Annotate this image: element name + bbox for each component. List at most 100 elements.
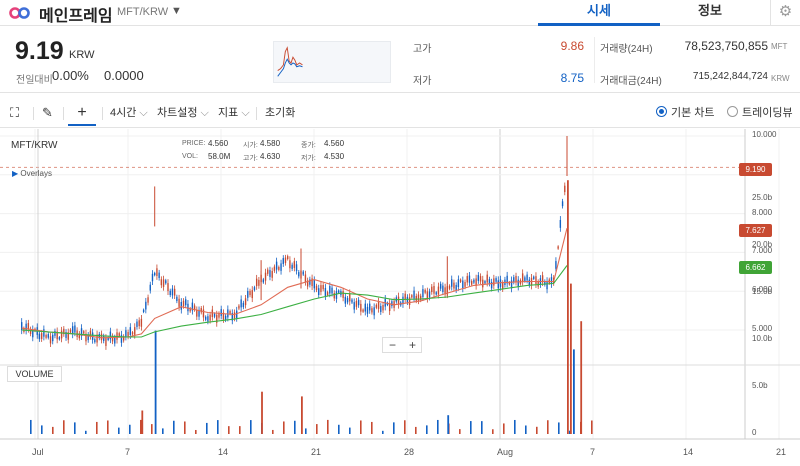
candle-body (253, 287, 256, 291)
candle-body (298, 272, 300, 277)
reset-button[interactable]: 초기화 (265, 100, 295, 126)
candle-body (453, 282, 455, 289)
candle-body (526, 274, 528, 281)
indicators-menu[interactable]: 지표 ⌵ (218, 100, 250, 126)
volume-bar-small (492, 429, 494, 434)
volume-bar-small (305, 428, 307, 434)
candle-body (52, 334, 54, 342)
crosshair-icon[interactable]: + (68, 100, 96, 126)
tab-market-price[interactable]: 시세 (538, 0, 660, 26)
ma-fast-tag: 7.627 (739, 224, 772, 237)
candle-body (247, 291, 249, 298)
candle-body (417, 294, 420, 301)
legend-low: 4.530 (324, 152, 345, 161)
candle-body (397, 296, 400, 305)
ma-slow-tag: 6.662 (739, 261, 772, 274)
volume-bar-small (426, 425, 428, 434)
interval-label: 4시간 (110, 107, 137, 119)
candle-body (178, 298, 180, 307)
candle-body (380, 306, 382, 312)
candle-body (564, 185, 566, 193)
chart-settings-menu[interactable]: 차트설정 ⌵ (157, 100, 209, 126)
volume-tick-label: 25.0b (752, 193, 773, 202)
mini-price-chart[interactable] (273, 41, 391, 83)
chart-area[interactable]: MFT/KRW ▶ Overlays PRICE: 4.560 시가: 4.58… (0, 129, 800, 466)
interval-select[interactable]: 4시간 ⌵ (110, 100, 148, 126)
candle-body (528, 279, 531, 285)
candle-body (477, 275, 480, 281)
time-tick-label: Aug (497, 447, 514, 457)
candle-body (424, 289, 426, 293)
volume-unit: MFT (771, 42, 788, 51)
candle-body (473, 279, 475, 283)
basic-chart-radio[interactable]: 기본 차트 (656, 100, 715, 126)
candle-body (535, 276, 537, 285)
candle-body (315, 285, 318, 291)
change-rate: 0.00% (52, 68, 89, 83)
volume-bar (567, 180, 569, 434)
candle-body (264, 272, 267, 281)
candle-body (173, 288, 176, 296)
candle-body (426, 291, 429, 299)
volume-bar-small (96, 421, 98, 434)
pencil-icon[interactable]: ✎ (42, 100, 53, 126)
candle-body (459, 279, 462, 282)
value-unit: KRW (771, 74, 790, 83)
legend-high-key: 고가: (243, 155, 258, 162)
legend-close-key: 종가: (301, 142, 316, 149)
candle-body (58, 337, 61, 340)
candle-body (329, 286, 331, 294)
candle-body (269, 270, 271, 277)
candle-body (244, 298, 247, 306)
basic-chart-label: 기본 차트 (671, 107, 715, 119)
zoom-out-button[interactable]: − (383, 338, 402, 352)
candle-body (258, 279, 260, 286)
volume-bar-small (338, 424, 340, 434)
volume-bar-small (206, 422, 208, 434)
volume-bar (570, 283, 572, 434)
zoom-in-button[interactable]: + (403, 338, 422, 352)
overlays-toggle[interactable]: ▶ Overlays (12, 169, 52, 178)
candle-body (448, 285, 451, 289)
time-tick-label: 14 (683, 447, 694, 457)
price-summary: 9.19 KRW 전일대비 0.00% 0.0000 고가 9.86 저가 8.… (0, 27, 800, 93)
chevron-down-icon[interactable]: ▼ (171, 5, 182, 17)
candle-body (196, 309, 198, 317)
candle-body (289, 260, 291, 269)
tradingview-radio[interactable]: 트레이딩뷰 (727, 100, 793, 126)
candle-body (160, 279, 163, 286)
volume-bar (301, 396, 303, 434)
chart-grid (0, 129, 800, 440)
candle-body (282, 258, 284, 264)
volume-bar-small (459, 429, 461, 434)
candle-body (457, 279, 460, 288)
candle-body (218, 313, 220, 318)
candle-body (353, 302, 355, 310)
gear-icon[interactable]: ⚙ (770, 0, 800, 26)
candle-body (118, 333, 120, 337)
candle-body (69, 329, 72, 333)
candle-body (324, 288, 327, 296)
legend-close: 4.560 (324, 139, 345, 148)
volume-tick-label: 5.0b (752, 381, 768, 390)
fullscreen-icon[interactable]: ⛶ (10, 100, 19, 126)
candle-body (342, 291, 344, 298)
candle-body (185, 299, 187, 306)
volume-bar-small (107, 420, 109, 434)
volume-bar (447, 415, 450, 434)
candle-body (129, 327, 132, 336)
candle-body (224, 315, 227, 320)
tab-info[interactable]: 정보 (660, 0, 760, 26)
volume-bar-small (41, 425, 43, 434)
candle-body (546, 281, 548, 290)
candle-body (38, 333, 41, 340)
coin-logo-icon (9, 7, 30, 19)
chart-toolbar: ⛶ ✎ + 4시간 ⌵ 차트설정 ⌵ 지표 ⌵ 초기화 기본 차트 트레이딩뷰 (0, 100, 800, 128)
candle-body (127, 332, 129, 337)
volume-bar-small (283, 421, 285, 434)
price-chart[interactable] (0, 129, 800, 466)
volume-bar-small (140, 419, 142, 434)
high-label: 고가 (413, 44, 432, 55)
candle-body (517, 279, 519, 287)
volume-panel-label[interactable]: VOLUME (7, 366, 62, 382)
